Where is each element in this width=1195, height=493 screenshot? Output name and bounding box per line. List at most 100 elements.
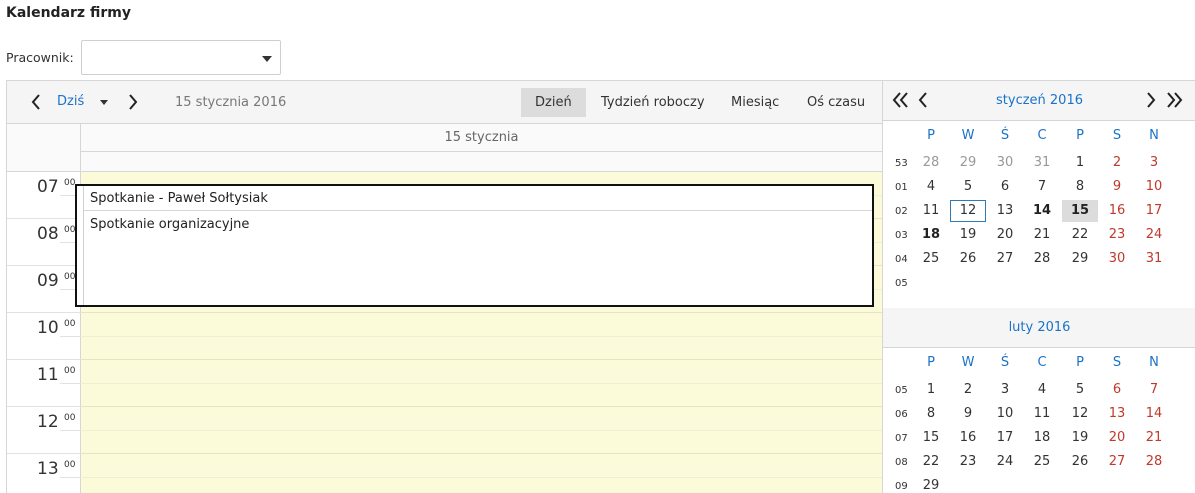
calendar-day[interactable]: 8	[913, 403, 949, 425]
calendar-day[interactable]: 23	[1099, 224, 1135, 246]
calendar-day[interactable]: 16	[1099, 200, 1135, 222]
calendar-day[interactable]: 29	[913, 475, 949, 493]
month-title[interactable]: luty 2016	[883, 320, 1195, 335]
calendar-day[interactable]: 24	[1136, 224, 1172, 246]
calendar-day[interactable]: 21	[1024, 224, 1060, 246]
double-chevron-left-button[interactable]	[891, 90, 911, 114]
calendar-day[interactable]: 15	[913, 427, 949, 449]
week-number: 05	[895, 385, 908, 396]
calendar-day[interactable]: 6	[987, 176, 1023, 198]
calendar-day[interactable]: 7	[1024, 176, 1060, 198]
calendar-event[interactable]: Spotkanie - Paweł Sołtysiak Spotkanie or…	[75, 184, 874, 307]
hour-label: 12	[37, 412, 59, 432]
calendar-day[interactable]: 4	[913, 176, 949, 198]
calendar-day[interactable]: 30	[1099, 248, 1135, 270]
calendar-day[interactable]: 7	[1136, 379, 1172, 401]
calendar-day[interactable]: 3	[1136, 152, 1172, 174]
calendar-day[interactable]: 31	[1136, 248, 1172, 270]
calendar-day[interactable]: 25	[1024, 451, 1060, 473]
calendar-day[interactable]: 10	[1136, 176, 1172, 198]
calendar-day[interactable]: 16	[950, 427, 986, 449]
calendar-day[interactable]: 22	[1062, 224, 1098, 246]
calendar-day[interactable]: 31	[1024, 152, 1060, 174]
mini-calendar: styczeń 2016 P W Ś C P S N 53 28 29 30 31 1 2 3 01 4 5 6 7 8 9…	[882, 80, 1195, 493]
half-hour-tick	[60, 477, 81, 478]
view-button-4[interactable]: Oś czasu	[793, 88, 879, 117]
view-button-1[interactable]: Dzień	[521, 88, 586, 117]
calendar-day[interactable]: 28	[1024, 248, 1060, 270]
calendar-day[interactable]: 14	[1136, 403, 1172, 425]
view-button-3[interactable]: Miesiąc	[717, 88, 793, 117]
next-day-button[interactable]	[122, 90, 144, 114]
calendar-day[interactable]: 20	[987, 224, 1023, 246]
calendar-day[interactable]: 4	[1024, 379, 1060, 401]
weekday-label: Ś	[1000, 355, 1010, 370]
minute-label: 00	[64, 178, 76, 188]
calendar-day[interactable]: 17	[1136, 200, 1172, 222]
calendar-day[interactable]: 2	[1099, 152, 1135, 174]
chevron-right-button[interactable]	[1143, 90, 1163, 114]
today-button[interactable]: Dziś	[57, 94, 84, 109]
calendar-day[interactable]: 1	[913, 379, 949, 401]
calendar-day[interactable]: 13	[1099, 403, 1135, 425]
calendar-day[interactable]: 26	[1062, 451, 1098, 473]
calendar-day[interactable]: 28	[913, 152, 949, 174]
calendar-day[interactable]: 2	[950, 379, 986, 401]
calendar-day[interactable]: 17	[987, 427, 1023, 449]
calendar-day[interactable]: 29	[950, 152, 986, 174]
calendar-day[interactable]: 30	[987, 152, 1023, 174]
calendar-day[interactable]: 27	[987, 248, 1023, 270]
calendar-day[interactable]: 5	[950, 176, 986, 198]
calendar-day[interactable]: 21	[1136, 427, 1172, 449]
previous-day-button[interactable]	[25, 90, 47, 114]
hour-label: 07	[37, 177, 59, 197]
calendar-day[interactable]: 11	[913, 200, 949, 222]
chevron-down-icon[interactable]	[100, 100, 108, 105]
calendar-day[interactable]: 11	[1024, 403, 1060, 425]
weekday-label: P	[927, 355, 935, 370]
calendar-day[interactable]: 19	[1062, 427, 1098, 449]
calendar-day[interactable]: 8	[1062, 176, 1098, 198]
calendar-day[interactable]: 18	[1024, 427, 1060, 449]
calendar-day[interactable]: 19	[950, 224, 986, 246]
calendar-day[interactable]: 29	[1062, 248, 1098, 270]
month-header: luty 2016	[883, 308, 1195, 348]
calendar-day[interactable]: 18	[913, 224, 949, 246]
hour-slot: 12 00	[7, 407, 81, 454]
calendar-day[interactable]: 1	[1062, 152, 1098, 174]
half-hour-line	[81, 477, 882, 478]
calendar-day[interactable]: 3	[987, 379, 1023, 401]
event-title: Spotkanie - Paweł Sołtysiak	[90, 191, 268, 206]
calendar-day[interactable]: 25	[913, 248, 949, 270]
weekday-label: Ś	[1000, 128, 1010, 143]
view-button-2[interactable]: Tydzień roboczy	[587, 88, 719, 117]
hour-slot: 10 00	[7, 313, 81, 360]
calendar-day[interactable]: 28	[1136, 451, 1172, 473]
all-day-row[interactable]	[81, 152, 882, 172]
weekday-label: N	[1149, 128, 1159, 143]
calendar-day[interactable]: 9	[950, 403, 986, 425]
week-number: 04	[895, 254, 908, 265]
calendar-day[interactable]: 20	[1099, 427, 1135, 449]
calendar-day[interactable]: 24	[987, 451, 1023, 473]
chevron-left-button[interactable]	[915, 90, 935, 114]
calendar-day[interactable]: 23	[950, 451, 986, 473]
week-number: 53	[895, 158, 908, 169]
calendar-day[interactable]: 13	[987, 200, 1023, 222]
calendar-day[interactable]: 9	[1099, 176, 1135, 198]
calendar-day[interactable]: 26	[950, 248, 986, 270]
calendar-day[interactable]: 12	[1062, 403, 1098, 425]
double-chevron-right-button[interactable]	[1164, 90, 1184, 114]
calendar-day[interactable]: 12	[950, 200, 986, 222]
half-hour-line	[81, 430, 882, 431]
calendar-day[interactable]: 15	[1062, 200, 1098, 222]
calendar-day[interactable]: 22	[913, 451, 949, 473]
chevron-right-icon	[129, 94, 138, 110]
employee-select[interactable]	[81, 40, 281, 75]
calendar-day[interactable]: 14	[1024, 200, 1060, 222]
calendar-day[interactable]: 10	[987, 403, 1023, 425]
hour-line	[81, 312, 882, 313]
calendar-day[interactable]: 5	[1062, 379, 1098, 401]
calendar-day[interactable]: 27	[1099, 451, 1135, 473]
calendar-day[interactable]: 6	[1099, 379, 1135, 401]
